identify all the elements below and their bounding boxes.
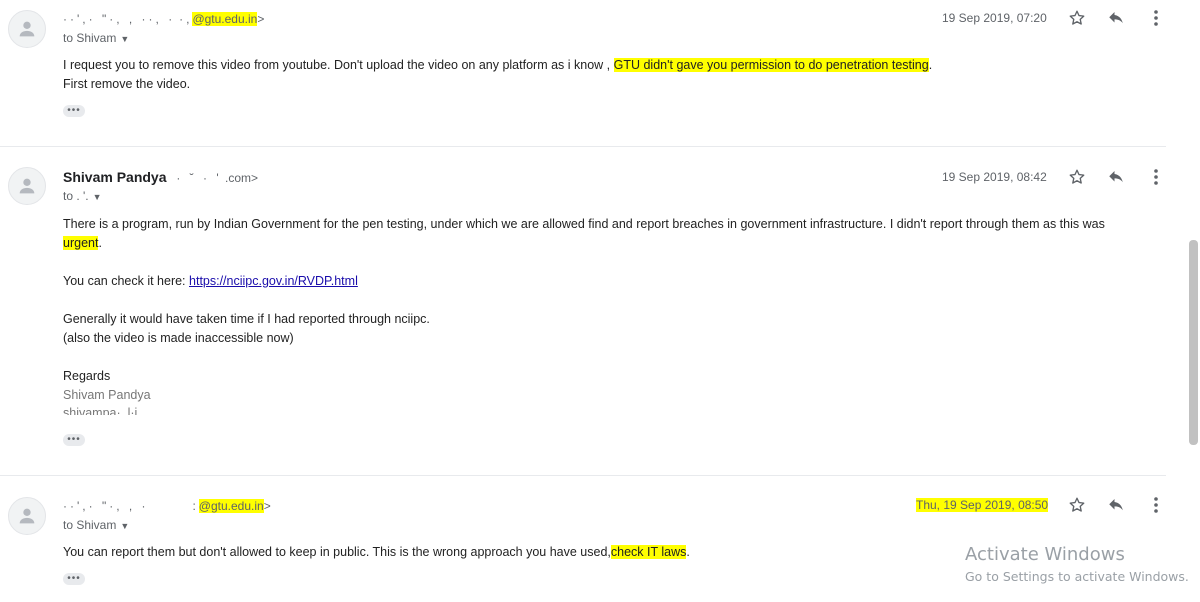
sender-email: · ˘ · ' .com> — [176, 171, 259, 185]
person-icon — [19, 508, 35, 524]
reply-icon[interactable] — [1106, 495, 1126, 515]
body-line: You can check it here: https://nciipc.go… — [63, 274, 358, 288]
chevron-down-icon: ▼ — [120, 34, 130, 44]
show-trimmed-content-button[interactable]: ••• — [63, 105, 85, 117]
sender-line[interactable]: ··',· "·, , ··, · ·,@gtu.edu.in> — [63, 10, 264, 26]
more-vert-icon[interactable] — [1146, 495, 1166, 515]
body-line: urgent. — [63, 236, 102, 250]
recipient-line[interactable]: to . '. ▼ — [63, 189, 102, 203]
message-date: Thu, 19 Sep 2019, 08:50 — [916, 498, 1049, 512]
recipient-label: to Shivam — [63, 518, 117, 532]
chevron-down-icon: ▼ — [92, 192, 102, 202]
message-divider — [0, 146, 1166, 147]
sender-email: :@gtu.edu.in> — [192, 499, 271, 513]
body-line: (also the video is made inaccessible now… — [63, 331, 294, 345]
sender-name: Shivam Pandya — [63, 169, 167, 185]
message-date: 19 Sep 2019, 07:20 — [942, 11, 1047, 25]
highlighted-text: GTU didn't gave you permission to do pen… — [613, 58, 929, 72]
sender-email: ·,@gtu.edu.in> — [179, 12, 265, 26]
recipient-label: to . '. — [63, 189, 89, 203]
sender-line[interactable]: Shivam Pandya · ˘ · ' .com> — [63, 169, 258, 185]
star-icon[interactable] — [1067, 8, 1087, 28]
sender-line[interactable]: ··',· "·, , · :@gtu.edu.in> — [63, 497, 271, 513]
recipient-line[interactable]: to Shivam ▼ — [63, 31, 129, 45]
signature-name: Shivam Pandya — [63, 388, 151, 402]
more-vert-icon[interactable] — [1146, 167, 1166, 187]
reply-icon[interactable] — [1106, 8, 1126, 28]
recipient-line[interactable]: to Shivam ▼ — [63, 518, 129, 532]
scrollbar-thumb[interactable] — [1189, 240, 1198, 445]
person-icon — [19, 178, 35, 194]
body-line: You can report them but don't allowed to… — [63, 545, 690, 559]
body-line: There is a program, run by Indian Govern… — [63, 217, 1105, 231]
message-body: I request you to remove this video from … — [63, 56, 932, 94]
watermark-title: Activate Windows — [965, 544, 1125, 565]
more-vert-icon[interactable] — [1146, 8, 1166, 28]
windows-activation-watermark: Activate Windows Go to Settings to activ… — [965, 544, 1189, 584]
signature-regards: Regards — [63, 369, 111, 383]
star-icon[interactable] — [1067, 167, 1087, 187]
message-body: There is a program, run by Indian Govern… — [63, 215, 1105, 415]
highlighted-text: urgent — [63, 236, 99, 250]
star-icon[interactable] — [1067, 495, 1087, 515]
body-line: I request you to remove this video from … — [63, 58, 933, 72]
show-trimmed-content-button[interactable]: ••• — [63, 573, 85, 585]
sender-name-redacted: ··',· "·, , · — [63, 499, 149, 513]
body-line: Generally it would have taken time if I … — [63, 312, 430, 326]
chevron-down-icon: ▼ — [120, 521, 130, 531]
watermark-subtitle: Go to Settings to activate Windows. — [965, 569, 1189, 584]
message-date: 19 Sep 2019, 08:42 — [942, 170, 1047, 184]
sender-name-redacted: ··',· "·, , ··, · — [63, 12, 176, 26]
rvdp-link[interactable]: https://nciipc.gov.in/RVDP.html — [189, 274, 358, 288]
sender-avatar[interactable] — [8, 497, 46, 535]
highlighted-text: check IT laws — [610, 545, 687, 559]
message-divider — [0, 475, 1166, 476]
reply-icon[interactable] — [1106, 167, 1126, 187]
signature-email[interactable]: shivampa·..l·j — [63, 405, 1105, 415]
person-icon — [19, 21, 35, 37]
recipient-label: to Shivam — [63, 31, 117, 45]
show-trimmed-content-button[interactable]: ••• — [63, 434, 85, 446]
sender-avatar[interactable] — [8, 10, 46, 48]
message-body: You can report them but don't allowed to… — [63, 543, 690, 562]
sender-avatar[interactable] — [8, 167, 46, 205]
body-line: First remove the video. — [63, 77, 191, 91]
